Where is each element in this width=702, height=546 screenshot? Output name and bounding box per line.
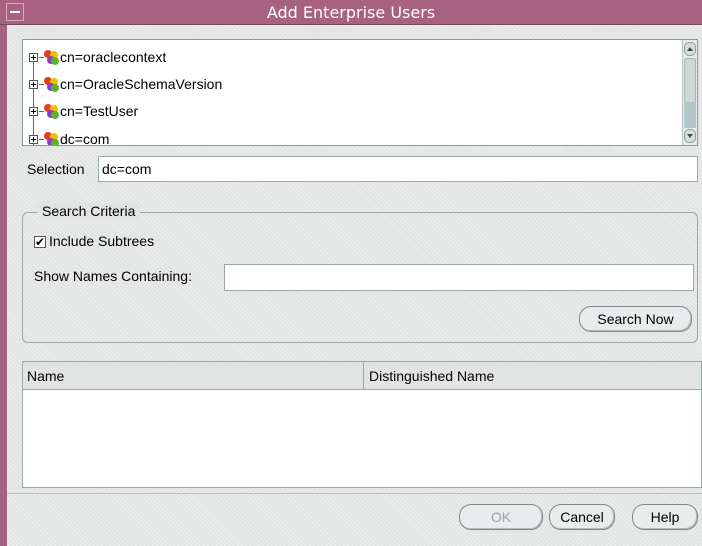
tree-node-label: cn=OracleSchemaVersion [60, 76, 223, 92]
expand-icon[interactable] [29, 79, 38, 89]
column-header-name[interactable]: Name [27, 368, 64, 384]
tree-node[interactable]: dc=com [29, 128, 110, 146]
add-enterprise-users-dialog: Add Enterprise Users cn=oraclecontext cn… [0, 0, 702, 546]
button-bar-divider [7, 493, 702, 494]
ok-button[interactable]: OK [459, 504, 543, 530]
title-bar[interactable]: Add Enterprise Users [0, 0, 702, 25]
tree-node-label: cn=oraclecontext [60, 49, 167, 65]
expand-icon[interactable] [29, 106, 38, 116]
selection-label: Selection [27, 161, 85, 177]
results-table-header: Name Distinguished Name [23, 362, 701, 390]
tree-node-label: dc=com [60, 131, 110, 146]
directory-node-icon [44, 50, 59, 65]
tree-node[interactable]: cn=oraclecontext [29, 46, 166, 68]
selection-field[interactable] [98, 156, 698, 182]
cancel-button[interactable]: Cancel [549, 504, 615, 530]
results-table[interactable]: Name Distinguished Name [22, 361, 702, 488]
show-names-label: Show Names Containing: [34, 268, 192, 284]
column-header-distinguished-name[interactable]: Distinguished Name [369, 368, 494, 384]
tree-node[interactable]: cn=OracleSchemaVersion [29, 73, 222, 95]
search-now-button[interactable]: Search Now [579, 306, 692, 332]
expand-icon[interactable] [29, 134, 38, 144]
search-criteria-legend: Search Criteria [37, 203, 141, 219]
directory-tree[interactable]: cn=oraclecontext cn=OracleSchemaVersion … [22, 39, 698, 146]
include-subtrees-checkbox[interactable]: ✔ [34, 236, 46, 248]
scrollbar-thumb[interactable] [684, 102, 696, 128]
tree-scrollbar[interactable] [682, 40, 697, 145]
scroll-up-icon[interactable] [684, 42, 696, 56]
scroll-down-icon[interactable] [684, 129, 696, 143]
directory-node-icon [44, 104, 59, 119]
column-divider[interactable] [363, 362, 364, 390]
window-title: Add Enterprise Users [266, 3, 436, 22]
tree-node-label: cn=TestUser [60, 103, 139, 119]
help-button[interactable]: Help [632, 504, 698, 530]
tree-node[interactable]: cn=TestUser [29, 100, 138, 122]
show-names-field[interactable] [224, 264, 694, 291]
checkmark-icon: ✔ [35, 235, 46, 249]
include-subtrees-label: Include Subtrees [49, 233, 155, 249]
expand-icon[interactable] [29, 52, 38, 62]
directory-node-icon [44, 77, 59, 92]
directory-node-icon [44, 132, 59, 145]
window-left-border [0, 25, 7, 546]
